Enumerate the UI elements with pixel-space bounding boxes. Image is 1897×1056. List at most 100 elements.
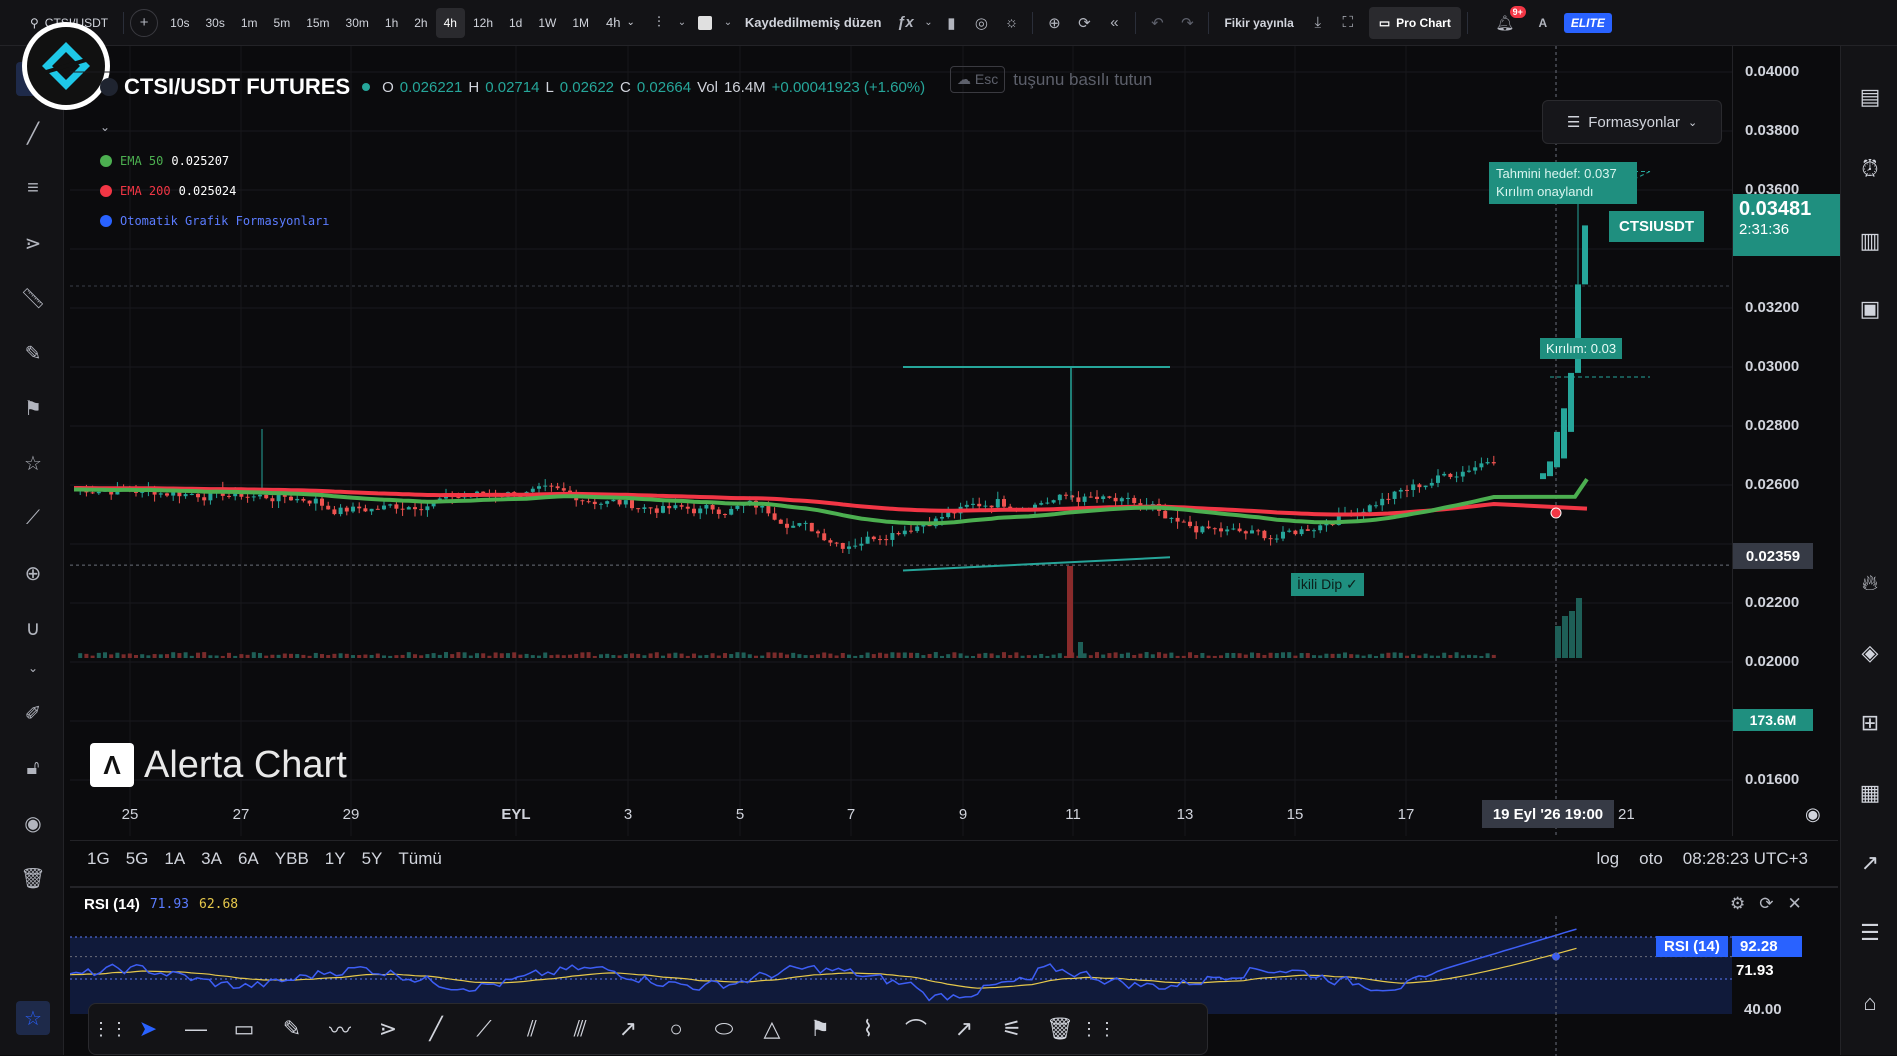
interval-1M[interactable]: 1M: [564, 8, 597, 38]
circle-icon[interactable]: ○: [653, 1009, 699, 1049]
bar-chart-icon[interactable]: ▮: [936, 8, 966, 38]
settings-sliders-icon[interactable]: ⚟: [989, 1009, 1035, 1049]
log-toggle[interactable]: log: [1596, 849, 1619, 869]
wallet-icon[interactable]: ▣: [1853, 292, 1887, 326]
flame-icon[interactable]: 🔥︎: [1853, 566, 1887, 600]
fire-circle-icon[interactable]: ◈: [1853, 636, 1887, 670]
regression-icon[interactable]: ⫻: [557, 1009, 603, 1049]
horizontal-line-icon[interactable]: —: [173, 1009, 219, 1049]
interval-1h[interactable]: 1h: [377, 8, 406, 38]
close-icon[interactable]: ✕: [1788, 894, 1802, 914]
triangle-icon[interactable]: △: [749, 1009, 795, 1049]
zoom-icon[interactable]: ⊕: [16, 556, 50, 590]
watchlist-star-icon[interactable]: ☆: [16, 1001, 50, 1035]
download-icon[interactable]: ⤓: [1303, 8, 1333, 38]
interval-12h[interactable]: 12h: [465, 8, 501, 38]
range-5G[interactable]: 5G: [119, 849, 156, 869]
ray-icon[interactable]: ⟋: [461, 1009, 507, 1049]
rectangle-icon[interactable]: ▭: [221, 1009, 267, 1049]
range-5Y[interactable]: 5Y: [355, 849, 390, 869]
watchlist-icon[interactable]: ▤: [1853, 80, 1887, 114]
add-symbol-icon[interactable]: +: [130, 8, 159, 37]
replay-icon[interactable]: ⟳: [1069, 8, 1099, 38]
magnet-icon[interactable]: ∪: [16, 611, 50, 645]
trend-line-icon[interactable]: ╱: [16, 116, 50, 150]
fib-icon[interactable]: ≡: [16, 171, 50, 205]
path-icon[interactable]: ⌇: [845, 1009, 891, 1049]
range-1Y[interactable]: 1Y: [318, 849, 353, 869]
trend-line-icon[interactable]: ╱: [413, 1009, 459, 1049]
avatar[interactable]: A: [1528, 8, 1558, 38]
range-1A[interactable]: 1A: [157, 849, 192, 869]
chevron-down-icon[interactable]: ⌄: [16, 651, 50, 685]
pro-chart-button[interactable]: ▭ Pro Chart: [1368, 6, 1461, 39]
interval-5m[interactable]: 5m: [266, 8, 299, 38]
calendar-icon[interactable]: ▦: [1853, 776, 1887, 810]
auto-toggle[interactable]: oto: [1639, 849, 1663, 869]
projection-icon[interactable]: ⋗: [365, 1009, 411, 1049]
alarm-clock-icon[interactable]: ⏰︎: [1853, 152, 1887, 186]
interval-10s[interactable]: 10s: [162, 8, 197, 38]
interval-1W[interactable]: 1W: [530, 8, 564, 38]
layout-name[interactable]: Kaydedilmemiş düzen: [736, 8, 891, 38]
chevron-down-icon[interactable]: ⌄: [920, 8, 936, 38]
sun-icon[interactable]: ☼: [996, 8, 1026, 38]
wave-icon[interactable]: 〰: [317, 1009, 363, 1049]
crypto-icon[interactable]: ⊞: [1853, 706, 1887, 740]
legend-collapse[interactable]: ⌄: [100, 120, 110, 134]
clock[interactable]: 08:28:23 UTC+3: [1683, 849, 1808, 869]
indicator-row[interactable]: EMA 200 0.025024: [100, 176, 338, 206]
flag-icon[interactable]: ⚑: [16, 391, 50, 425]
trash-icon[interactable]: 🗑︎: [16, 861, 50, 895]
patterns-button[interactable]: ☰ Formasyonlar ⌄: [1542, 100, 1722, 144]
arrow-icon[interactable]: ↗: [605, 1009, 651, 1049]
interval-2h[interactable]: 2h: [406, 8, 435, 38]
indicator-row[interactable]: EMA 50 0.025207: [100, 146, 338, 176]
bell-icon[interactable]: 🔔︎ 9+: [1490, 5, 1526, 38]
interval-4h[interactable]: 4h: [435, 7, 465, 38]
star-icon[interactable]: ☆: [16, 446, 50, 480]
drag-handle-icon[interactable]: ⋮⋮: [92, 1009, 128, 1049]
interval-1m[interactable]: 1m: [233, 8, 266, 38]
fullscreen-icon[interactable]: ⛶: [1333, 8, 1363, 38]
chevron-down-icon[interactable]: ⌄: [674, 8, 690, 38]
refresh-icon[interactable]: ⟳: [1759, 894, 1773, 914]
undo-icon[interactable]: ↶: [1142, 8, 1172, 38]
trend-chart-icon[interactable]: ↗: [1853, 846, 1887, 880]
chevron-down-icon[interactable]: ⌄: [720, 8, 736, 38]
ruler-icon[interactable]: 📏︎: [16, 281, 50, 315]
symbol-title[interactable]: CTSI/USDT FUTURES: [124, 74, 350, 100]
price-scale[interactable]: 0.04000 0.03800 0.03600 0.03200 0.03000 0.028…: [1609, 46, 1841, 836]
interval-30s[interactable]: 30s: [198, 8, 233, 38]
interval-15m[interactable]: 15m: [298, 8, 337, 38]
flag-icon[interactable]: ⚑: [797, 1009, 843, 1049]
pencil-lock-icon[interactable]: ✐: [16, 696, 50, 730]
indicators-fx-icon[interactable]: ƒx: [890, 8, 920, 38]
trash-icon[interactable]: 🗑︎: [1037, 1009, 1083, 1049]
range-Tümü[interactable]: Tümü: [391, 849, 448, 869]
range-1G[interactable]: 1G: [80, 849, 117, 869]
redo-icon[interactable]: ↷: [1172, 8, 1202, 38]
bank-icon[interactable]: ⌂: [1853, 986, 1887, 1020]
arc-icon[interactable]: ⌒: [893, 1009, 939, 1049]
color-theme-icon[interactable]: [690, 8, 720, 38]
brush-icon[interactable]: ✎: [16, 336, 50, 370]
list-settings-icon[interactable]: ☰: [1853, 916, 1887, 950]
eye-icon[interactable]: ◉: [16, 806, 50, 840]
brush-icon[interactable]: ✎: [269, 1009, 315, 1049]
templates-icon[interactable]: ◎: [966, 8, 996, 38]
lock-icon[interactable]: 🔓︎: [16, 751, 50, 785]
cursor-icon[interactable]: ➤: [125, 1009, 171, 1049]
arrow-line-icon[interactable]: ↗: [941, 1009, 987, 1049]
range-6A[interactable]: 6A: [231, 849, 266, 869]
range-3A[interactable]: 3A: [194, 849, 229, 869]
projection-icon[interactable]: ⋗: [16, 226, 50, 260]
interval-1d[interactable]: 1d: [501, 8, 530, 38]
candle-type-icon[interactable]: ⫶: [644, 8, 674, 38]
settings-icon[interactable]: ⚙: [1730, 894, 1745, 914]
parallel-channel-icon[interactable]: ⫽: [509, 1009, 555, 1049]
interval-dropdown[interactable]: 4h ⌄: [597, 8, 644, 38]
drag-handle-icon[interactable]: ⋮⋮: [1080, 1009, 1116, 1049]
eye-icon[interactable]: ◉: [1805, 804, 1821, 825]
globe-icon[interactable]: ⊕: [1039, 8, 1069, 38]
